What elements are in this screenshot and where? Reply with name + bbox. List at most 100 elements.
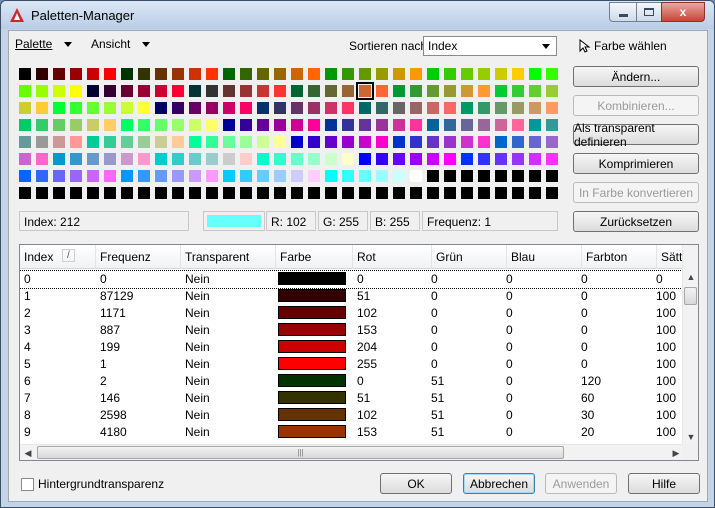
- color-swatch[interactable]: [19, 68, 31, 80]
- color-swatch[interactable]: [376, 85, 388, 97]
- color-swatch[interactable]: [444, 187, 456, 199]
- color-swatch[interactable]: [325, 153, 337, 165]
- color-swatch[interactable]: [223, 136, 235, 148]
- color-swatch[interactable]: [376, 170, 388, 182]
- color-swatch[interactable]: [274, 102, 286, 114]
- color-swatch[interactable]: [206, 170, 218, 182]
- color-swatch[interactable]: [138, 68, 150, 80]
- color-swatch[interactable]: [495, 136, 507, 148]
- color-swatch[interactable]: [291, 85, 303, 97]
- color-swatch[interactable]: [189, 85, 201, 97]
- color-swatch[interactable]: [512, 119, 524, 131]
- color-swatch[interactable]: [376, 187, 388, 199]
- horizontal-scroll-thumb[interactable]: |||: [37, 446, 564, 459]
- color-swatch[interactable]: [325, 68, 337, 80]
- color-swatch[interactable]: [155, 153, 167, 165]
- color-swatch[interactable]: [223, 187, 235, 199]
- compress-button[interactable]: Komprimieren: [573, 153, 699, 174]
- column-header-frequency[interactable]: Frequenz: [96, 245, 181, 269]
- color-swatch[interactable]: [240, 119, 252, 131]
- color-swatch[interactable]: [240, 136, 252, 148]
- scroll-up-icon[interactable]: ▲: [683, 269, 698, 285]
- color-swatch[interactable]: [104, 102, 116, 114]
- color-swatch[interactable]: [495, 153, 507, 165]
- color-swatch[interactable]: [325, 85, 337, 97]
- ok-button[interactable]: OK: [380, 473, 452, 494]
- color-swatch[interactable]: [529, 102, 541, 114]
- color-swatch[interactable]: [461, 119, 473, 131]
- color-swatch[interactable]: [36, 170, 48, 182]
- color-swatch[interactable]: [512, 102, 524, 114]
- minimize-button[interactable]: [609, 2, 637, 22]
- color-swatch[interactable]: [444, 68, 456, 80]
- color-swatch[interactable]: [308, 187, 320, 199]
- color-swatch[interactable]: [546, 170, 558, 182]
- color-swatch[interactable]: [410, 187, 422, 199]
- color-swatch[interactable]: [444, 85, 456, 97]
- color-swatch[interactable]: [478, 85, 490, 97]
- color-swatch[interactable]: [138, 170, 150, 182]
- color-swatch[interactable]: [19, 119, 31, 131]
- color-swatch[interactable]: [138, 136, 150, 148]
- color-swatch[interactable]: [87, 102, 99, 114]
- color-swatch[interactable]: [291, 170, 303, 182]
- color-swatch[interactable]: [155, 136, 167, 148]
- color-swatch[interactable]: [138, 119, 150, 131]
- pick-color-button[interactable]: Farbe wählen: [579, 39, 667, 53]
- color-swatch[interactable]: [359, 136, 371, 148]
- table-row[interactable]: 5 1 Nein 255 0 0 0 100: [20, 356, 684, 373]
- color-swatch[interactable]: [189, 187, 201, 199]
- color-swatch[interactable]: [121, 119, 133, 131]
- color-swatch[interactable]: [87, 119, 99, 131]
- color-swatch[interactable]: [308, 68, 320, 80]
- color-swatch[interactable]: [53, 153, 65, 165]
- color-swatch[interactable]: [274, 136, 286, 148]
- color-swatch[interactable]: [36, 102, 48, 114]
- color-swatch[interactable]: [138, 85, 150, 97]
- color-swatch[interactable]: [461, 102, 473, 114]
- color-swatch[interactable]: [155, 119, 167, 131]
- color-swatch[interactable]: [53, 170, 65, 182]
- color-swatch[interactable]: [291, 153, 303, 165]
- color-swatch[interactable]: [356, 82, 374, 100]
- color-swatch[interactable]: [274, 170, 286, 182]
- table-row[interactable]: 2 1171 Nein 102 0 0 0 100: [20, 305, 684, 322]
- color-swatch[interactable]: [53, 136, 65, 148]
- color-swatch[interactable]: [257, 187, 269, 199]
- color-swatch[interactable]: [461, 153, 473, 165]
- color-swatch[interactable]: [87, 153, 99, 165]
- color-swatch[interactable]: [325, 170, 337, 182]
- color-swatch[interactable]: [240, 170, 252, 182]
- color-swatch[interactable]: [393, 136, 405, 148]
- color-swatch[interactable]: [172, 170, 184, 182]
- color-swatch[interactable]: [223, 170, 235, 182]
- color-swatch[interactable]: [257, 85, 269, 97]
- convert-to-color-button[interactable]: In Farbe konvertieren: [573, 182, 699, 203]
- vertical-scrollbar[interactable]: ▲ ▼: [682, 245, 698, 445]
- color-swatch[interactable]: [546, 102, 558, 114]
- color-swatch[interactable]: [70, 119, 82, 131]
- color-swatch[interactable]: [223, 102, 235, 114]
- color-swatch[interactable]: [70, 136, 82, 148]
- color-swatch[interactable]: [359, 119, 371, 131]
- color-swatch[interactable]: [325, 136, 337, 148]
- color-swatch[interactable]: [172, 187, 184, 199]
- color-swatch[interactable]: [274, 68, 286, 80]
- color-swatch[interactable]: [342, 153, 354, 165]
- color-swatch[interactable]: [359, 68, 371, 80]
- color-swatch[interactable]: [104, 187, 116, 199]
- color-swatch[interactable]: [257, 136, 269, 148]
- color-swatch[interactable]: [189, 136, 201, 148]
- color-swatch[interactable]: [257, 170, 269, 182]
- color-swatch[interactable]: [427, 170, 439, 182]
- color-swatch[interactable]: [410, 85, 422, 97]
- color-swatch[interactable]: [478, 119, 490, 131]
- color-swatch[interactable]: [87, 170, 99, 182]
- color-swatch[interactable]: [342, 119, 354, 131]
- color-swatch[interactable]: [529, 85, 541, 97]
- color-swatch[interactable]: [444, 102, 456, 114]
- color-swatch[interactable]: [495, 85, 507, 97]
- color-swatch[interactable]: [19, 170, 31, 182]
- checkbox-box[interactable]: [21, 477, 34, 491]
- color-swatch[interactable]: [240, 153, 252, 165]
